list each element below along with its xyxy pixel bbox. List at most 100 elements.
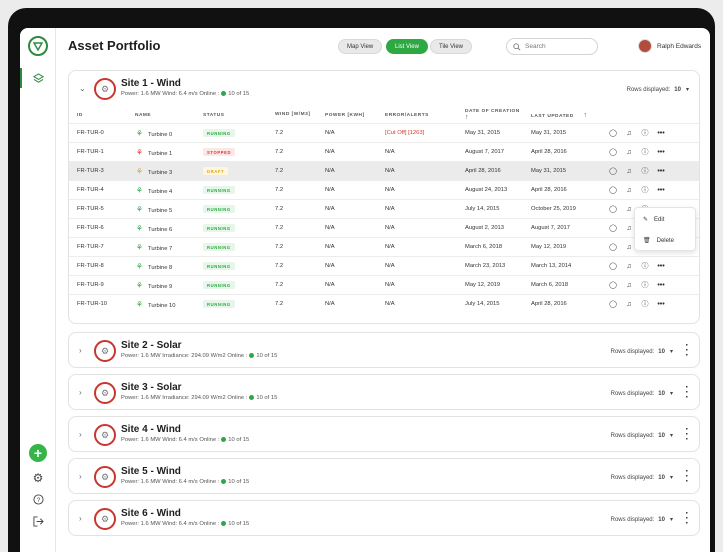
col-name[interactable]: NAME <box>131 107 199 124</box>
site-header[interactable]: ⌄ ⚙ Site 1 - Wind Power: 1.6 MW Wind: 6.… <box>69 71 699 107</box>
col-id[interactable]: ID <box>69 107 131 124</box>
rows-displayed-select[interactable]: Rows displayed: 10 ▾ <box>611 348 673 355</box>
site-summary: Power: 1.6 MW Wind: 6.4 m/s Online : 10 o… <box>121 521 249 527</box>
col-created[interactable]: DATE OF CREATION ↑ <box>461 107 527 124</box>
col-errors[interactable]: ERROR/ALERTS <box>381 107 461 124</box>
more-icon[interactable]: ••• <box>653 187 669 194</box>
row-action-menu: ✎ Edit 🗑 Delete <box>634 207 696 251</box>
more-icon[interactable]: ••• <box>653 168 669 175</box>
info-icon[interactable]: ⓘ <box>637 128 653 138</box>
sidebar: + ⚙ ? <box>20 28 56 552</box>
rows-displayed-select[interactable]: Rows displayed: 10 ▾ <box>611 516 673 523</box>
comment-icon[interactable]: ◯ <box>605 243 621 251</box>
rows-displayed-select[interactable]: Rows displayed: 10 ▾ <box>611 432 673 439</box>
comment-icon[interactable]: ◯ <box>605 148 621 156</box>
chevron-right-icon[interactable]: › <box>79 388 82 397</box>
table-row[interactable]: FR-TUR-0 ⚘ Turbine 0 RUNNING 7.2 N/A [Cut Off]… <box>69 123 699 143</box>
more-icon[interactable]: ••• <box>653 282 669 289</box>
table-row[interactable]: FR-TUR-5 ⚘ Turbine 5 RUNNING 7.2 N/A N/A July 1… <box>69 199 699 219</box>
comment-icon[interactable]: ◯ <box>605 205 621 213</box>
map-view-button[interactable]: Map View <box>338 39 383 54</box>
table-row[interactable]: FR-TUR-1 ⚘ Turbine 1 STOPPED 7.2 N/A N/A August… <box>69 142 699 162</box>
bell-icon[interactable]: ♫ <box>621 168 637 175</box>
site-card[interactable]: › ⚙ Site 4 - Wind Power: 1.6 MW Wind: 6.4 m… <box>68 416 700 452</box>
col-updated[interactable]: LAST UPDATED ↑ <box>527 107 601 124</box>
comment-icon[interactable]: ◯ <box>605 129 621 137</box>
search-input[interactable]: Search <box>506 38 598 55</box>
chevron-right-icon[interactable]: › <box>79 514 82 523</box>
bell-icon[interactable]: ♫ <box>621 149 637 156</box>
help-icon[interactable]: ? <box>20 489 56 509</box>
kebab-menu-icon[interactable]: · · · <box>685 509 689 529</box>
site-card[interactable]: › ⚙ Site 3 - Solar Power: 1.6 MW Irradiance… <box>68 374 700 410</box>
chevron-down-icon[interactable]: ⌄ <box>79 84 86 93</box>
site-header[interactable]: › ⚙ Site 3 - Solar Power: 1.6 MW Irradiance… <box>69 375 699 411</box>
more-icon[interactable]: ••• <box>653 263 669 270</box>
site-card[interactable]: › ⚙ Site 2 - Solar Power: 1.6 MW Irradiance… <box>68 332 700 368</box>
site-header[interactable]: › ⚙ Site 6 - Wind Power: 1.6 MW Wind: 6.4 m… <box>69 501 699 537</box>
more-icon[interactable]: ••• <box>653 301 669 308</box>
list-view-button[interactable]: List View <box>386 39 428 54</box>
chevron-right-icon[interactable]: › <box>79 430 82 439</box>
chevron-right-icon[interactable]: › <box>79 472 82 481</box>
turbine-icon: ⚘ <box>135 147 144 157</box>
more-icon[interactable]: ••• <box>653 149 669 156</box>
site-header[interactable]: › ⚙ Site 4 - Wind Power: 1.6 MW Wind: 6.4 m… <box>69 417 699 453</box>
info-icon[interactable]: ⓘ <box>637 147 653 157</box>
col-status[interactable]: STATUS <box>199 107 271 124</box>
kebab-menu-icon[interactable]: · · · <box>685 341 689 361</box>
rows-displayed-select[interactable]: Rows displayed: 10 ▾ <box>611 474 673 481</box>
table-row[interactable]: FR-TUR-8 ⚘ Turbine 8 RUNNING 7.2 N/A N/A March … <box>69 256 699 276</box>
site-header[interactable]: › ⚙ Site 5 - Wind Power: 1.6 MW Wind: 6.4 m… <box>69 459 699 495</box>
table-row[interactable]: FR-TUR-9 ⚘ Turbine 9 RUNNING 7.2 N/A N/A May 12… <box>69 275 699 295</box>
info-icon[interactable]: ⓘ <box>637 280 653 290</box>
rows-displayed-select[interactable]: Rows displayed: 10 ▾ <box>627 86 689 93</box>
info-icon[interactable]: ⓘ <box>637 261 653 271</box>
table-row[interactable]: FR-TUR-6 ⚘ Turbine 6 RUNNING 7.2 N/A N/A August… <box>69 218 699 238</box>
site-power: Power: 1.6 MW <box>121 91 161 98</box>
table-row[interactable]: FR-TUR-4 ⚘ Turbine 4 RUNNING 7.2 N/A N/A August… <box>69 180 699 200</box>
table-row[interactable]: FR-TUR-7 ⚘ Turbine 7 RUNNING 7.2 N/A N/A March … <box>69 237 699 257</box>
comment-icon[interactable]: ◯ <box>605 300 621 308</box>
table-row[interactable]: FR-TUR-10 ⚘ Turbine 10 RUNNING 7.2 N/A N/A July… <box>69 294 699 314</box>
comment-icon[interactable]: ◯ <box>605 262 621 270</box>
site-name: Site 1 - Wind <box>121 78 181 89</box>
bell-icon[interactable]: ♫ <box>621 263 637 270</box>
site-header[interactable]: › ⚙ Site 2 - Solar Power: 1.6 MW Irradiance… <box>69 333 699 369</box>
more-icon[interactable]: ••• <box>653 130 669 137</box>
site-card[interactable]: › ⚙ Site 6 - Wind Power: 1.6 MW Wind: 6.4 m… <box>68 500 700 536</box>
bell-icon[interactable]: ♫ <box>621 187 637 194</box>
online-value: 10 of 15 <box>256 395 278 402</box>
cell-name: ⚘ Turbine 5 <box>131 199 199 219</box>
edit-menu-item[interactable]: ✎ Edit <box>635 210 695 229</box>
info-icon[interactable]: ⓘ <box>637 299 653 309</box>
col-power[interactable]: POWER [KWH] <box>321 107 381 124</box>
site-summary: Power: 1.6 MW Irradiance: 294.09 W/m2 On… <box>121 353 277 359</box>
comment-icon[interactable]: ◯ <box>605 186 621 194</box>
user-menu[interactable]: Ralph Edwards <box>638 39 701 53</box>
settings-icon[interactable]: ⚙ <box>20 468 56 488</box>
kebab-menu-icon[interactable]: · · · <box>685 383 689 403</box>
logout-icon[interactable] <box>20 511 56 531</box>
chevron-right-icon[interactable]: › <box>79 346 82 355</box>
rows-displayed-select[interactable]: Rows displayed: 10 ▾ <box>611 390 673 397</box>
table-row[interactable]: FR-TUR-3 ⚘ Turbine 3 DRAFT 7.2 N/A N/A April 28… <box>69 161 699 181</box>
kebab-menu-icon[interactable]: · · · <box>685 467 689 487</box>
kebab-menu-icon[interactable]: · · · <box>685 425 689 445</box>
sidebar-item-assets[interactable] <box>20 66 56 90</box>
bell-icon[interactable]: ♫ <box>621 301 637 308</box>
bell-icon[interactable]: ♫ <box>621 282 637 289</box>
info-icon[interactable]: ⓘ <box>637 185 653 195</box>
comment-icon[interactable]: ◯ <box>605 167 621 175</box>
add-button[interactable]: + <box>29 444 47 462</box>
rows-value: 10 <box>658 517 665 523</box>
tile-view-button[interactable]: Tile View <box>430 39 473 54</box>
col-wind[interactable]: WIND [W/M3] <box>271 107 321 124</box>
site-card[interactable]: › ⚙ Site 5 - Wind Power: 1.6 MW Wind: 6.4 m… <box>68 458 700 494</box>
delete-menu-item[interactable]: 🗑 Delete <box>635 231 695 250</box>
comment-icon[interactable]: ◯ <box>605 281 621 289</box>
bell-icon[interactable]: ♫ <box>621 130 637 137</box>
info-icon[interactable]: ⓘ <box>637 166 653 176</box>
logo-icon[interactable] <box>28 36 48 56</box>
comment-icon[interactable]: ◯ <box>605 224 621 232</box>
